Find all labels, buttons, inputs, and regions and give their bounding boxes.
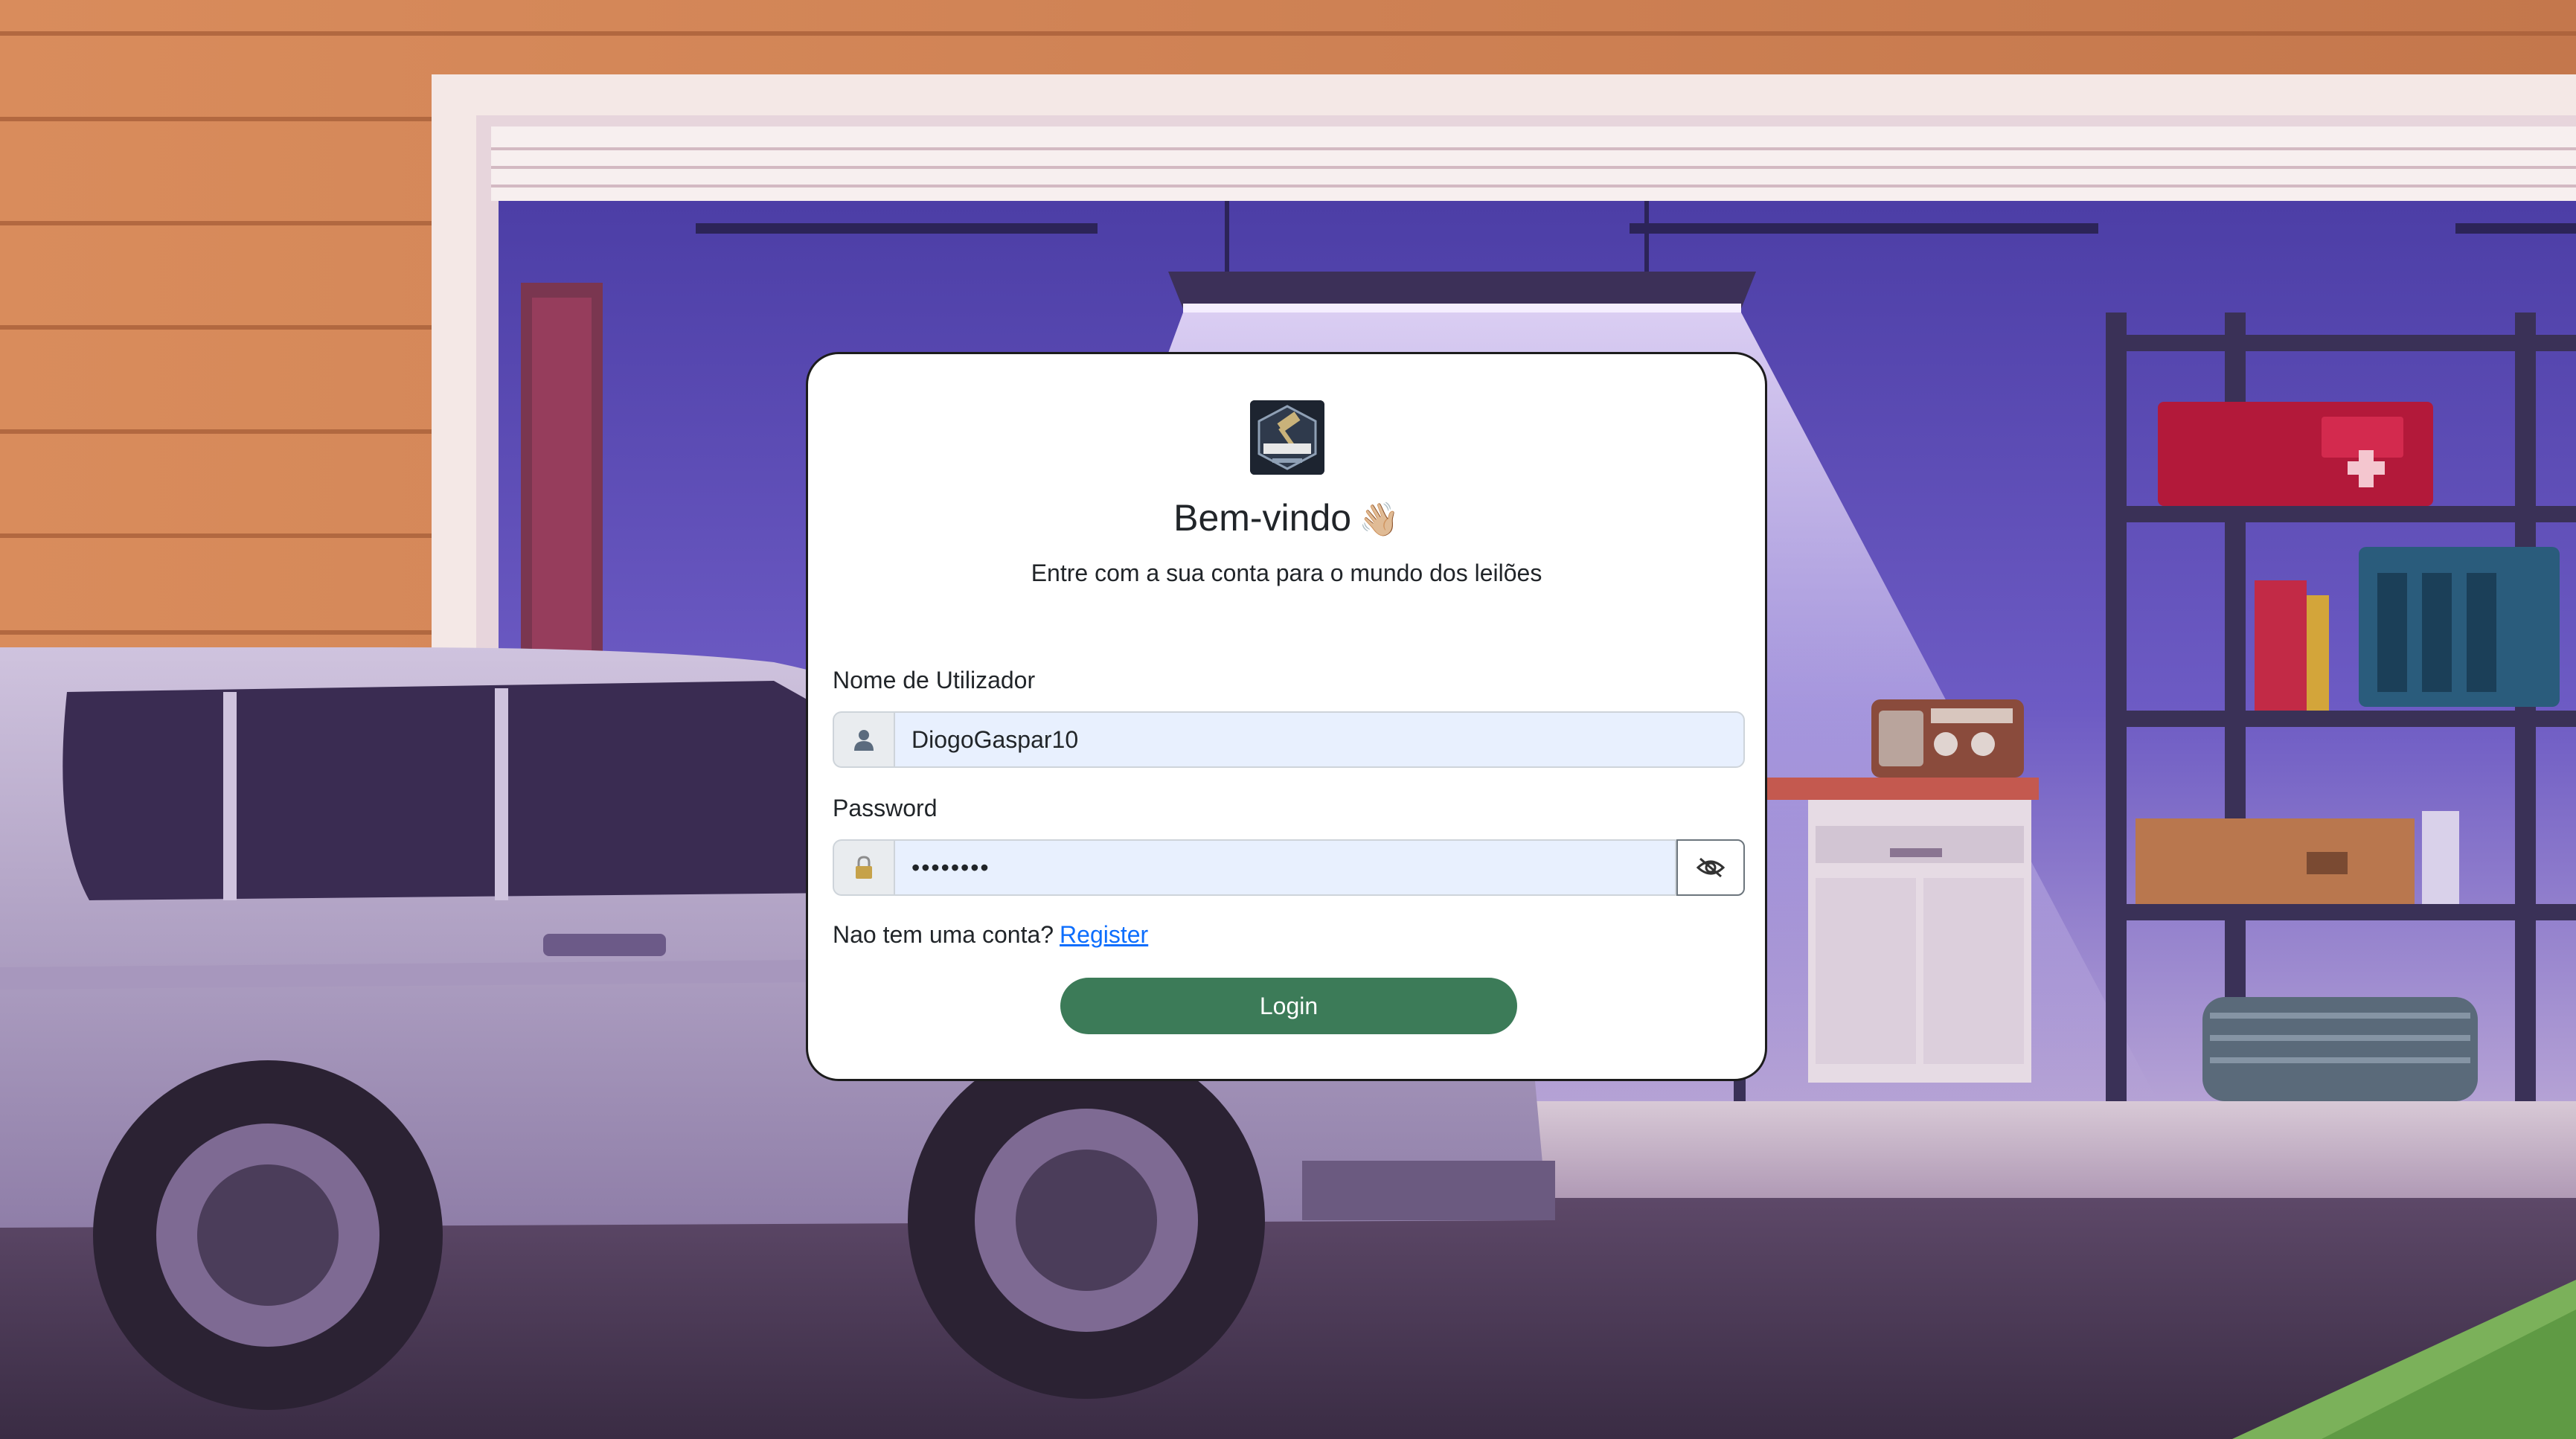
register-row: Nao tem uma conta? Register	[833, 921, 1148, 949]
password-input-group: ••••••••	[833, 839, 1745, 896]
username-addon	[833, 711, 894, 768]
eye-slash-icon	[1696, 857, 1726, 878]
user-icon	[854, 730, 874, 751]
username-input-group: DiogoGaspar10	[833, 711, 1745, 768]
waving-hand-icon: 👋🏼	[1359, 501, 1400, 538]
site-logo	[1250, 400, 1324, 475]
toggle-password-button[interactable]	[1676, 839, 1745, 896]
login-button[interactable]: Login	[1060, 978, 1517, 1034]
password-addon	[833, 839, 894, 896]
welcome-title-text: Bem-vindo	[1173, 497, 1352, 539]
username-label: Nome de Utilizador	[833, 667, 1036, 693]
lock-icon	[856, 856, 872, 879]
gavel-logo-icon	[1250, 400, 1324, 475]
register-prompt: Nao tem uma conta?	[833, 921, 1054, 948]
welcome-title: Bem-vindo 👋🏼	[808, 496, 1765, 540]
login-card: Bem-vindo 👋🏼 Entre com a sua conta para o…	[806, 352, 1767, 1081]
password-input[interactable]: ••••••••	[894, 839, 1676, 896]
register-link[interactable]: Register	[1060, 921, 1148, 948]
welcome-subtitle: Entre com a sua conta para o mundo dos l…	[1031, 560, 1542, 586]
password-label: Password	[833, 795, 938, 821]
username-input[interactable]: DiogoGaspar10	[894, 711, 1745, 768]
